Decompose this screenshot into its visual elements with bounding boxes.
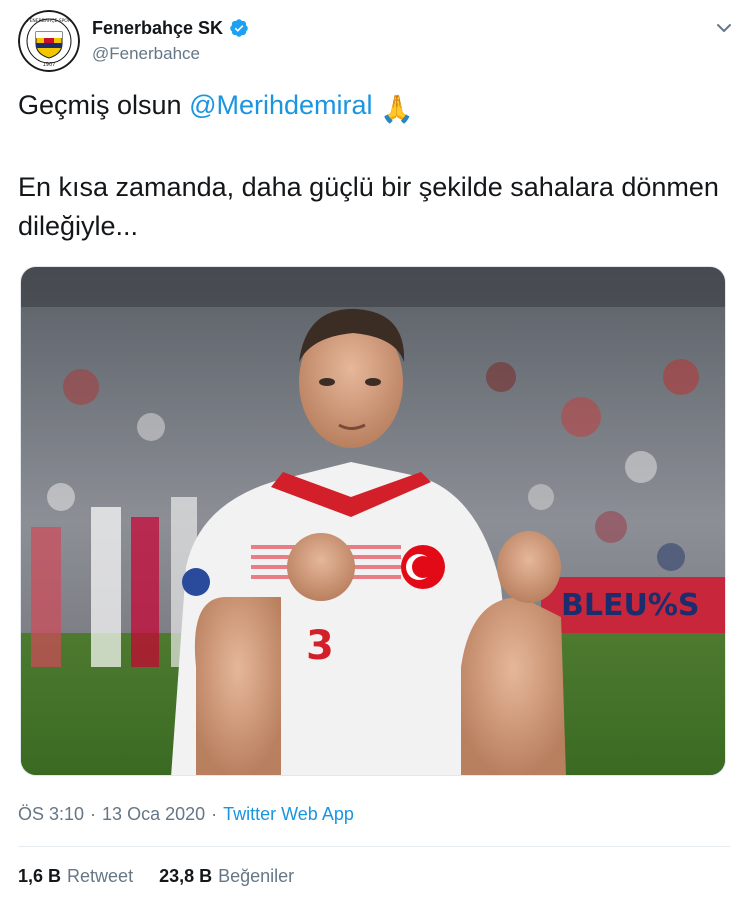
tweet-meta: ÖS 3:10 · 13 Oca 2020 · Twitter Web App xyxy=(18,804,354,825)
divider xyxy=(18,846,730,847)
meta-separator: · xyxy=(211,804,218,824)
tweet-text: Geçmiş olsun @Merihdemiral 🙏 En kısa zam… xyxy=(18,86,730,246)
tweet-stats: 1,6 B Retweet 23,8 B Beğeniler xyxy=(18,866,294,887)
handle[interactable]: @Fenerbahce xyxy=(92,44,249,64)
tweet-line-2: En kısa zamanda, daha güçlü bir şekilde … xyxy=(18,172,719,241)
svg-text:1907: 1907 xyxy=(43,62,56,68)
source-app-link[interactable]: Twitter Web App xyxy=(223,804,354,825)
likes-stat[interactable]: 23,8 B Beğeniler xyxy=(159,866,294,887)
display-name[interactable]: Fenerbahçe SK xyxy=(92,18,223,39)
tweet-time[interactable]: ÖS 3:10 xyxy=(18,804,84,825)
retweets-label: Retweet xyxy=(67,866,134,886)
name-block: Fenerbahçe SK @Fenerbahce xyxy=(92,16,249,64)
jersey-number: 3 xyxy=(306,623,334,669)
tweet-line-1: Geçmiş olsun @Merihdemiral 🙏 xyxy=(18,86,730,129)
likes-count: 23,8 B xyxy=(159,866,213,886)
fenerbahce-crest-icon: FENERBAHÇE SPOR 1907 xyxy=(18,10,80,72)
likes-label: Beğeniler xyxy=(218,866,295,886)
tweet-date[interactable]: 13 Oca 2020 xyxy=(102,804,205,825)
tweet-greeting: Geçmiş olsun xyxy=(18,90,190,120)
verified-badge-icon xyxy=(230,19,248,37)
pray-emoji-icon: 🙏 xyxy=(380,94,414,124)
svg-text:FENERBAHÇE SPOR: FENERBAHÇE SPOR xyxy=(27,18,71,24)
retweets-count: 1,6 B xyxy=(18,866,62,886)
player-photo-image: BLEU%S 3 xyxy=(21,267,725,775)
retweets-stat[interactable]: 1,6 B Retweet xyxy=(18,866,133,887)
tweet-photo[interactable]: BLEU%S 3 xyxy=(20,266,726,776)
avatar[interactable]: FENERBAHÇE SPOR 1907 xyxy=(18,10,80,72)
banner-text: BLEU%S xyxy=(561,588,700,623)
display-name-row: Fenerbahçe SK xyxy=(92,16,249,40)
meta-separator: · xyxy=(90,804,97,824)
chevron-down-icon[interactable] xyxy=(712,16,736,40)
tweet-header: FENERBAHÇE SPOR 1907 Fenerbahçe SK @Fene… xyxy=(18,10,736,72)
mention-link[interactable]: @Merihdemiral xyxy=(189,90,372,120)
